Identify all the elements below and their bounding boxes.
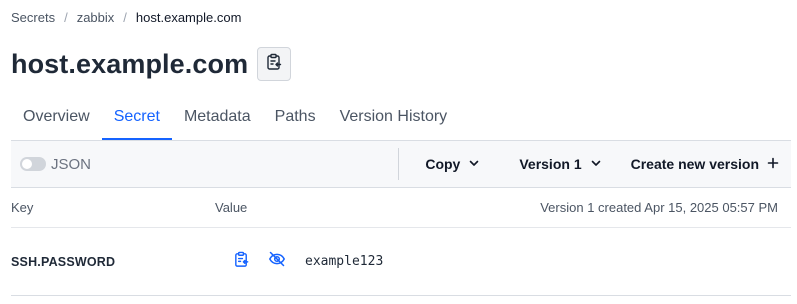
create-button-label: Create new version — [630, 156, 759, 172]
eye-slash-icon — [268, 250, 286, 273]
title-row: host.example.com — [11, 47, 292, 81]
secret-value: example123 — [305, 254, 384, 269]
tab-secret[interactable]: Secret — [101, 96, 172, 140]
table-header: Key Value Version 1 created Apr 15, 2025… — [11, 188, 791, 228]
clipboard-copy-icon — [233, 251, 250, 273]
clipboard-copy-icon — [265, 53, 283, 76]
toolbar-actions: Copy Version 1 Create new version — [399, 141, 791, 187]
tab-metadata[interactable]: Metadata — [172, 96, 263, 140]
tab-overview[interactable]: Overview — [11, 96, 102, 140]
toggle-visibility-button[interactable] — [267, 250, 287, 273]
page-title: host.example.com — [11, 48, 249, 79]
plus-icon — [767, 156, 779, 172]
copy-button-label: Copy — [425, 156, 461, 172]
copy-value-button[interactable] — [231, 251, 251, 273]
secret-toolbar: JSON Copy Version 1 Create new version — [11, 140, 791, 188]
json-toggle-group: JSON — [11, 156, 398, 173]
tab-bar: Overview Secret Metadata Paths Version H… — [11, 96, 791, 140]
breadcrumb-separator: / — [123, 10, 127, 25]
breadcrumb-item-secrets[interactable]: Secrets — [11, 10, 55, 25]
breadcrumb-item-current: host.example.com — [135, 10, 242, 25]
chevron-down-icon — [590, 156, 602, 172]
json-toggle[interactable] — [20, 157, 46, 171]
table-row: SSH.PASSWORD example123 — [11, 228, 791, 296]
toggle-knob — [22, 159, 32, 169]
breadcrumb: Secrets / zabbix / host.example.com — [11, 10, 241, 25]
create-new-version-button[interactable]: Create new version — [631, 156, 779, 172]
version-button-label: Version 1 — [519, 156, 582, 172]
copy-path-button[interactable] — [257, 47, 292, 81]
copy-dropdown-button[interactable]: Copy — [425, 156, 480, 172]
column-header-key: Key — [11, 200, 34, 215]
chevron-down-icon — [468, 156, 480, 172]
breadcrumb-separator: / — [64, 10, 68, 25]
secret-key: SSH.PASSWORD — [11, 254, 116, 269]
breadcrumb-item-zabbix[interactable]: zabbix — [77, 10, 115, 25]
column-header-value: Value — [215, 200, 248, 215]
json-toggle-label: JSON — [51, 155, 92, 173]
version-created-text: Version 1 created Apr 15, 2025 05:57 PM — [540, 200, 778, 215]
secret-detail-page: Secrets / zabbix / host.example.com host… — [0, 0, 797, 304]
version-dropdown-button[interactable]: Version 1 — [519, 156, 601, 172]
tab-version-history[interactable]: Version History — [328, 96, 460, 140]
tab-paths[interactable]: Paths — [263, 96, 328, 140]
